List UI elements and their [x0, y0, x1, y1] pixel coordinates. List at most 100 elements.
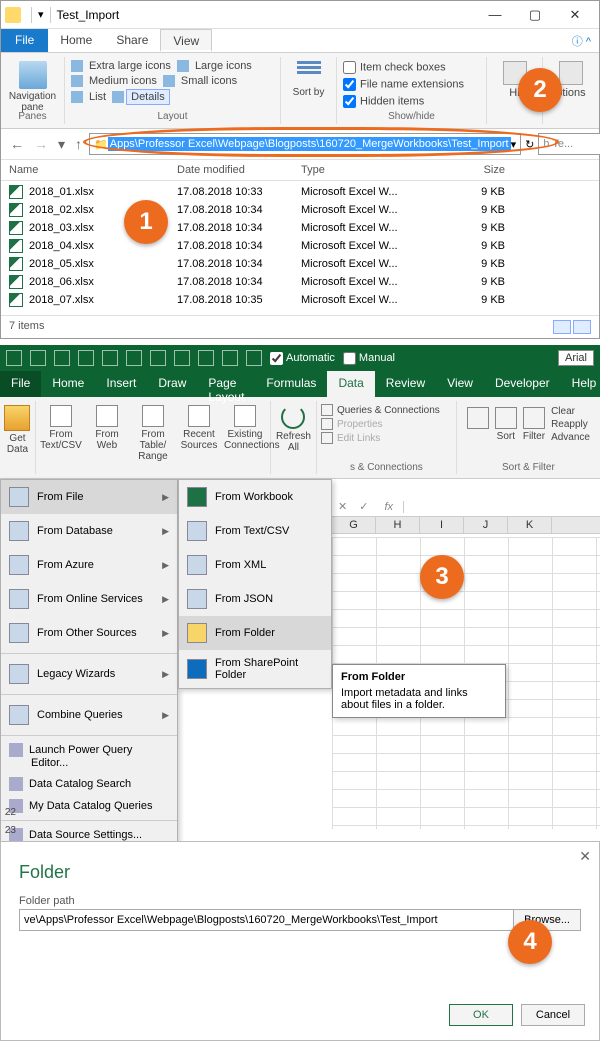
col-name[interactable]: Name [9, 164, 177, 176]
menu-launch-pq[interactable]: Launch Power Query Editor... [1, 739, 177, 773]
recent-button[interactable]: ▾ [55, 136, 68, 153]
tab-insert[interactable]: Insert [95, 371, 147, 397]
qat-icon[interactable] [78, 350, 94, 366]
refresh-icon[interactable]: ↻ [525, 138, 534, 151]
calc-automatic[interactable]: Automatic [270, 352, 335, 365]
tab-formulas[interactable]: Formulas [255, 371, 327, 397]
col-date[interactable]: Date modified [177, 164, 301, 176]
row-num[interactable]: 22 [0, 807, 16, 825]
search-input[interactable] [538, 133, 600, 155]
help-icon[interactable]: ⓘ ^ [564, 29, 599, 52]
layout-med[interactable]: Medium icons [85, 74, 161, 88]
maximize-button[interactable]: ▢ [515, 7, 555, 23]
tab-data[interactable]: Data [327, 371, 374, 397]
layout-list[interactable]: List [85, 90, 110, 104]
cancel-button[interactable]: Cancel [521, 1004, 585, 1026]
back-button[interactable]: ← [7, 136, 27, 152]
qat-icon[interactable] [150, 350, 166, 366]
undo-icon[interactable] [30, 350, 46, 366]
layout-details[interactable]: Details [126, 89, 170, 105]
calc-manual[interactable]: Manual [343, 352, 395, 365]
tab-share[interactable]: Share [104, 29, 160, 52]
menu-combine[interactable]: Combine Queries▶ [1, 698, 177, 732]
col-type[interactable]: Type [301, 164, 445, 176]
qat-icon[interactable] [198, 350, 214, 366]
qat-icon[interactable] [102, 350, 118, 366]
view-large-icon[interactable] [573, 320, 591, 334]
font-selector[interactable]: Arial [558, 350, 594, 366]
file-row[interactable]: 2018_04.xlsx17.08.2018 10:34Microsoft Ex… [1, 237, 599, 255]
refresh-all-button[interactable]: Refresh All [271, 401, 317, 474]
properties-button[interactable]: Properties [337, 419, 383, 430]
tab-view[interactable]: View [436, 371, 484, 397]
get-data-button[interactable]: Get Data [0, 401, 36, 474]
tab-developer[interactable]: Developer [484, 371, 561, 397]
file-row[interactable]: 2018_02.xlsx17.08.2018 10:34Microsoft Ex… [1, 201, 599, 219]
formula-bar[interactable]: ✕ ✓ fx [332, 497, 600, 517]
menu-from-database[interactable]: From Database▶ [1, 514, 177, 548]
queries-button[interactable]: Queries & Connections [337, 405, 440, 416]
sort-by-button[interactable]: Sort by [281, 57, 337, 124]
menu-legacy[interactable]: Legacy Wizards▶ [1, 657, 177, 691]
qat-icon[interactable] [174, 350, 190, 366]
clear-button[interactable]: Clear [551, 405, 590, 418]
recent-sources-button[interactable]: Recent Sources [178, 403, 220, 462]
col-header[interactable]: J [464, 517, 508, 533]
fx-icon[interactable]: fx [374, 501, 404, 513]
layout-lg[interactable]: Large icons [191, 59, 256, 73]
cancel-icon[interactable]: ✕ [332, 500, 353, 513]
file-row[interactable]: 2018_03.xlsx17.08.2018 10:34Microsoft Ex… [1, 219, 599, 237]
minimize-button[interactable]: — [475, 7, 515, 23]
close-button[interactable]: ✕ [555, 7, 595, 23]
reapply-button[interactable]: Reapply [551, 418, 590, 431]
menu-from-azure[interactable]: From Azure▶ [1, 548, 177, 582]
tab-file[interactable]: File [1, 29, 48, 52]
tab-view[interactable]: View [160, 29, 212, 52]
submenu-workbook[interactable]: From Workbook [179, 480, 331, 514]
layout-sm[interactable]: Small icons [177, 74, 241, 88]
up-button[interactable]: ↑ [72, 136, 85, 152]
down-icon[interactable]: ▾ [38, 8, 44, 21]
col-header[interactable]: I [420, 517, 464, 533]
forward-button[interactable]: → [31, 136, 51, 152]
col-size[interactable]: Size [445, 164, 505, 176]
qat-icon[interactable] [222, 350, 238, 366]
filter-button[interactable]: Filter [523, 405, 545, 444]
menu-from-online[interactable]: From Online Services▶ [1, 582, 177, 616]
sort-az-button[interactable] [467, 405, 489, 444]
menu-catalog-search[interactable]: Data Catalog Search [1, 773, 177, 795]
submenu-folder[interactable]: From Folder [179, 616, 331, 650]
existing-connections-button[interactable]: Existing Connections [224, 403, 266, 462]
menu-my-catalog[interactable]: My Data Catalog Queries [1, 795, 177, 817]
submenu-xml[interactable]: From XML [179, 548, 331, 582]
save-icon[interactable] [6, 350, 22, 366]
redo-icon[interactable] [54, 350, 70, 366]
from-web-button[interactable]: From Web [86, 403, 128, 462]
col-header[interactable]: H [376, 517, 420, 533]
menu-from-other[interactable]: From Other Sources▶ [1, 616, 177, 650]
check-item-boxes[interactable]: Item check boxes [343, 61, 480, 74]
col-header[interactable]: K [508, 517, 552, 533]
sort-button[interactable]: Sort [495, 405, 517, 444]
file-row[interactable]: 2018_05.xlsx17.08.2018 10:34Microsoft Ex… [1, 255, 599, 273]
file-row[interactable]: 2018_01.xlsx17.08.2018 10:33Microsoft Ex… [1, 183, 599, 201]
file-row[interactable]: 2018_07.xlsx17.08.2018 10:35Microsoft Ex… [1, 291, 599, 309]
submenu-textcsv[interactable]: From Text/CSV [179, 514, 331, 548]
dialog-close-button[interactable]: ✕ [579, 848, 591, 865]
col-header[interactable]: G [332, 517, 376, 533]
address-path[interactable]: Apps\Professor Excel\Webpage\Blogposts\1… [108, 137, 511, 151]
tab-review[interactable]: Review [375, 371, 436, 397]
folder-path-input[interactable] [19, 909, 514, 931]
submenu-json[interactable]: From JSON [179, 582, 331, 616]
tab-help[interactable]: Help [561, 371, 600, 397]
menu-from-file[interactable]: From File▶ [1, 480, 177, 514]
qat-icon[interactable] [246, 350, 262, 366]
tab-draw[interactable]: Draw [147, 371, 197, 397]
tab-home[interactable]: Home [41, 371, 95, 397]
tab-page-layout[interactable]: Page Layout [197, 371, 255, 397]
file-row[interactable]: 2018_06.xlsx17.08.2018 10:34Microsoft Ex… [1, 273, 599, 291]
from-text-csv-button[interactable]: From Text/CSV [40, 403, 82, 462]
qat-icon[interactable] [126, 350, 142, 366]
check-extensions[interactable]: File name extensions [343, 78, 480, 91]
submenu-sharepoint[interactable]: From SharePoint Folder [179, 650, 331, 688]
